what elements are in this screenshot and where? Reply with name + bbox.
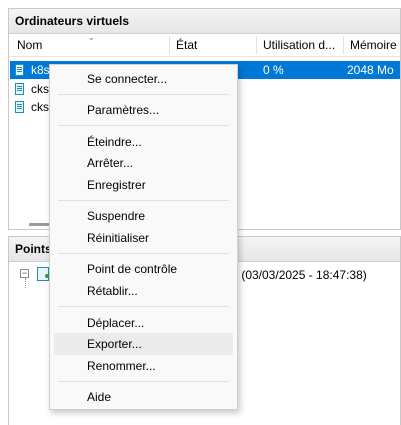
- vm-memory: 2048 Mo: [347, 63, 394, 77]
- virtual-machines-title: Ordinateurs virtuels: [9, 9, 400, 34]
- column-header-memory[interactable]: Mémoire: [344, 34, 401, 56]
- menu-item-rename[interactable]: Renommer...: [54, 355, 233, 377]
- context-menu: Se connecter... Paramètres... Éteindre..…: [49, 64, 238, 410]
- column-header-state[interactable]: État: [170, 34, 256, 56]
- menu-item-save[interactable]: Enregistrer: [54, 174, 233, 196]
- menu-item-checkpoint[interactable]: Point de contrôle: [54, 258, 233, 280]
- menu-separator: [58, 125, 229, 126]
- menu-item-help[interactable]: Aide: [54, 386, 233, 408]
- menu-item-export[interactable]: Exporter...: [54, 333, 233, 355]
- menu-item-move[interactable]: Déplacer...: [54, 312, 233, 334]
- menu-separator: [58, 200, 229, 201]
- column-header-cpu-usage[interactable]: Utilisation d...: [257, 34, 343, 56]
- menu-item-shut-down[interactable]: Arrêter...: [54, 152, 233, 174]
- menu-separator: [58, 381, 229, 382]
- virtual-machine-icon: [15, 64, 24, 76]
- tree-connector-line: [25, 278, 27, 288]
- menu-item-settings[interactable]: Paramètres...: [54, 99, 233, 121]
- tree-collapse-icon[interactable]: −: [20, 269, 29, 278]
- vm-cpu-usage: 0 %: [263, 63, 284, 77]
- menu-separator: [58, 94, 229, 95]
- checkpoint-icon: [37, 267, 49, 281]
- virtual-machine-icon: [15, 83, 24, 95]
- menu-item-reset[interactable]: Réinitialiser: [54, 227, 233, 249]
- virtual-machine-icon: [15, 101, 24, 113]
- menu-item-connect[interactable]: Se connecter...: [54, 68, 233, 90]
- vm-name: cks: [31, 100, 49, 114]
- vm-name: k8s: [31, 63, 50, 77]
- checkpoint-label[interactable]: - (03/03/2025 - 18:47:38): [234, 267, 367, 283]
- menu-separator: [58, 306, 229, 307]
- menu-separator: [58, 253, 229, 254]
- column-header-row: ⌄ Nom État Utilisation d... Mémoire: [9, 34, 400, 57]
- menu-item-turn-off[interactable]: Éteindre...: [54, 131, 233, 153]
- menu-item-revert[interactable]: Rétablir...: [54, 280, 233, 302]
- column-header-name[interactable]: Nom: [11, 34, 169, 56]
- menu-item-pause[interactable]: Suspendre: [54, 205, 233, 227]
- vm-name: cks: [31, 82, 49, 96]
